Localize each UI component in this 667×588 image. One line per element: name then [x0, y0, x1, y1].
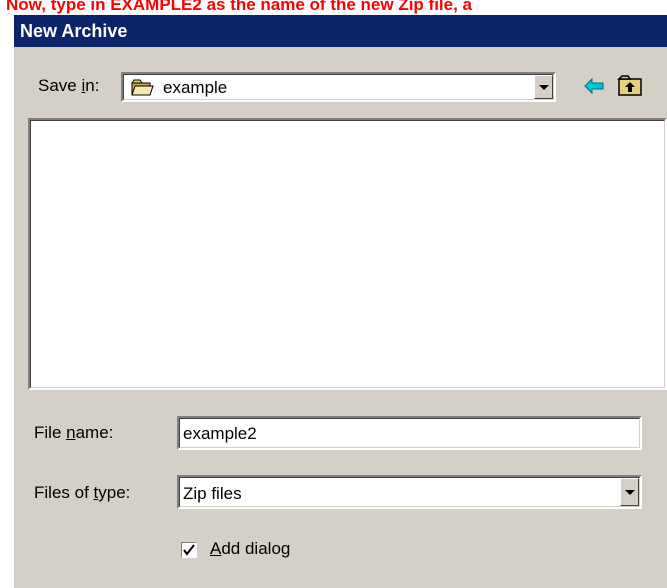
save-in-value: example [163, 78, 228, 97]
file-name-value: example2 [183, 424, 257, 443]
files-of-type-combobox[interactable]: Zip files [177, 475, 642, 509]
new-archive-dialog: New Archive Save in: example File name: … [14, 15, 667, 588]
files-of-type-value: Zip files [183, 484, 242, 503]
files-of-type-dropdown-button[interactable] [620, 478, 639, 506]
save-in-dropdown-button[interactable] [534, 75, 553, 99]
dialog-title: New Archive [14, 15, 667, 47]
up-folder-icon[interactable] [617, 73, 643, 97]
file-name-input[interactable]: example2 [177, 416, 642, 450]
instruction-text: Now, type in EXAMPLE2 as the name of the… [6, 0, 473, 14]
save-in-combobox[interactable]: example [121, 72, 556, 102]
folder-icon [131, 77, 155, 97]
add-dialog-checkbox[interactable] [181, 542, 197, 558]
back-arrow-icon[interactable] [583, 77, 605, 95]
files-of-type-label: Files of type: [34, 483, 131, 502]
save-in-label: Save in: [38, 76, 100, 95]
file-list-area[interactable] [28, 118, 667, 390]
file-name-label: File name: [34, 423, 114, 442]
add-dialog-label[interactable]: Add dialog [210, 539, 290, 559]
checkmark-icon [183, 544, 195, 556]
